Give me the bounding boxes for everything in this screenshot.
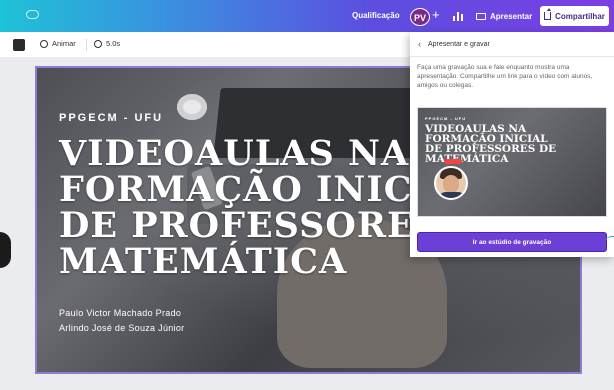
present-screen-icon [476,12,486,20]
user-avatar[interactable]: PV [410,8,430,26]
color-swatch[interactable] [13,39,25,51]
share-button[interactable]: Compartilhar [540,6,609,26]
side-panel-toggle[interactable] [0,232,11,268]
go-to-recording-studio-button[interactable]: Ir ao estúdio de gravação [417,232,607,252]
toolbar-divider [86,39,87,51]
present-label: Apresentar [490,11,533,21]
add-collaborator-icon[interactable]: + [432,7,440,22]
panel-divider [410,56,614,57]
photo-coffee-cup [177,94,207,120]
top-bar: Qualificação PV + Apresentar Compartilha… [0,0,614,32]
duration-button[interactable]: 5.0s [94,39,120,48]
recording-preview: PPGECM - UFU VIDEOAULAS NA FORMAÇÃO INIC… [417,107,607,217]
cloud-icon[interactable] [26,10,39,19]
animate-button[interactable]: Animar [40,39,76,48]
share-upload-icon [544,8,552,20]
preview-title: VIDEOAULAS NA FORMAÇÃO INICIAL DE PROFES… [425,124,556,165]
document-title[interactable]: Qualificação [352,11,400,20]
slide-author[interactable]: Arlindo José de Souza Júnior [59,323,184,333]
slide-kicker[interactable]: PPGECM - UFU [59,112,163,124]
present-record-panel: ‹ Apresentar e gravar Faça uma gravação … [410,32,614,257]
bar-chart-icon[interactable] [452,10,464,21]
panel-description: Faça uma gravação sua e fale enquanto mo… [417,64,593,89]
animate-icon [40,39,48,48]
timer-icon [94,39,102,48]
present-button[interactable]: Apresentar [476,8,532,24]
webcam-bubble [434,166,468,200]
preview-kicker: PPGECM - UFU [425,116,467,121]
panel-title: Apresentar e gravar [428,40,490,48]
annotation-arrow [604,236,614,245]
duration-label: 5.0s [106,39,121,48]
share-label: Compartilhar [555,11,605,21]
back-arrow-icon[interactable]: ‹ [418,39,421,49]
recording-indicator [444,159,462,164]
slide-author[interactable]: Paulo Victor Machado Prado [59,308,181,318]
animate-label: Animar [52,39,76,48]
panel-header[interactable]: ‹ Apresentar e gravar [418,39,490,49]
